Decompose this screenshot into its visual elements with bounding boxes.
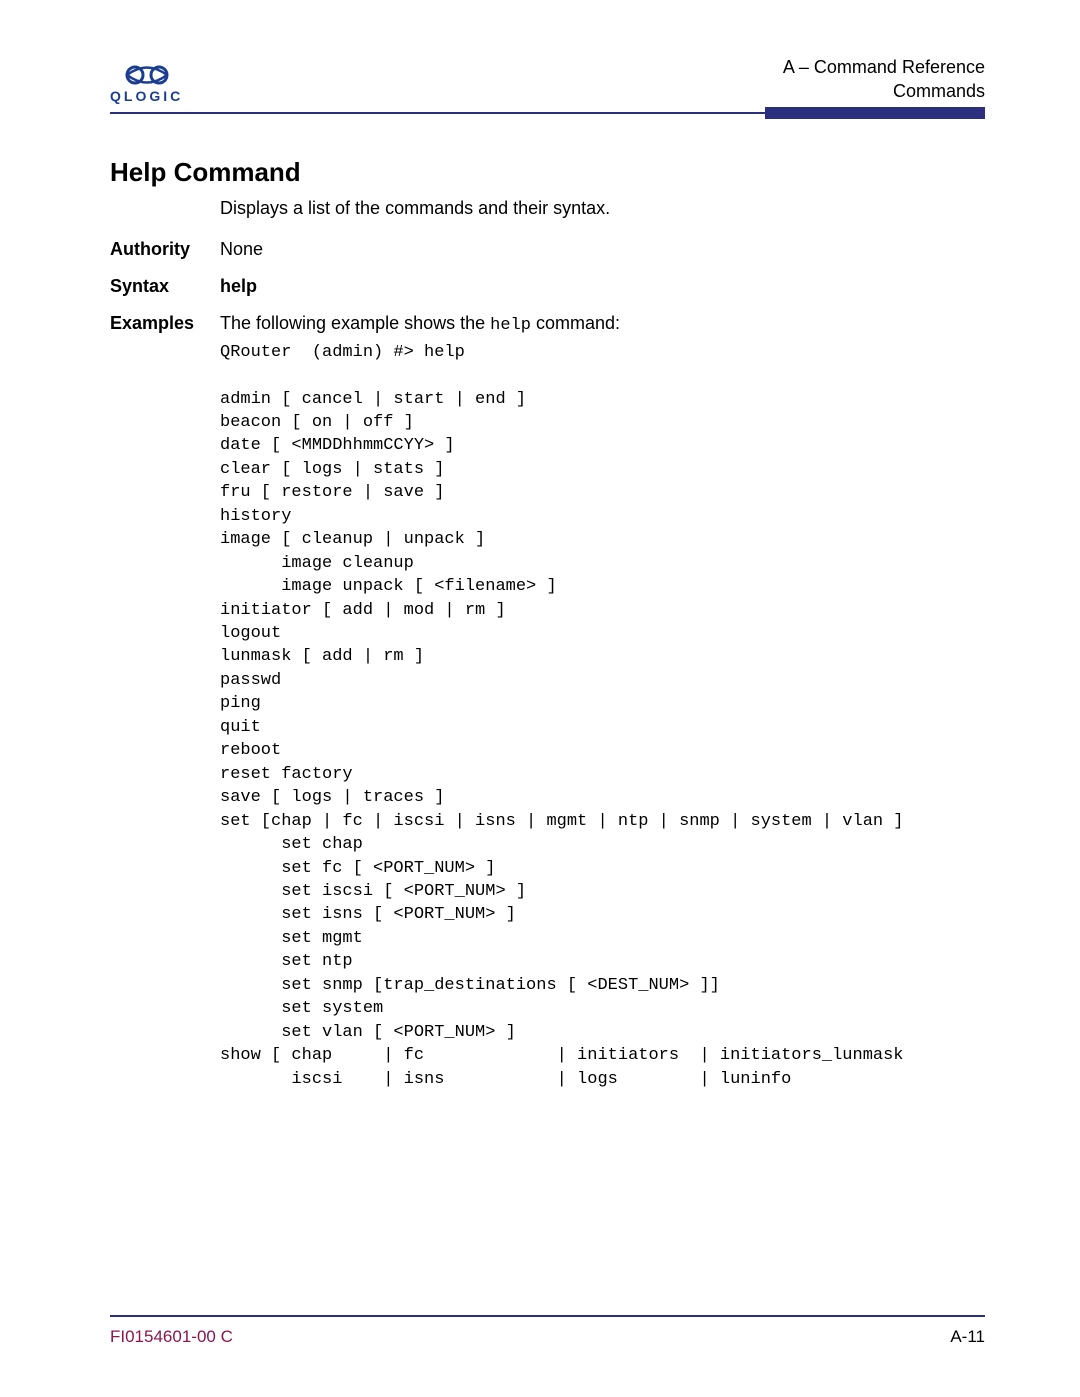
page-number: A-11 xyxy=(950,1327,985,1347)
description: Displays a list of the commands and thei… xyxy=(220,198,985,219)
syntax-label: Syntax xyxy=(110,276,220,297)
footer-rule xyxy=(110,1315,985,1317)
authority-label: Authority xyxy=(110,239,220,260)
syntax-row: Syntax help xyxy=(110,276,985,297)
footer-row: FI0154601-00 C A-11 xyxy=(110,1327,985,1347)
brand-text: QLOGIC xyxy=(110,88,183,104)
header-text: A – Command Reference Commands xyxy=(783,55,985,104)
examples-label: Examples xyxy=(110,313,220,334)
header-line2: Commands xyxy=(783,79,985,103)
section-title: Help Command xyxy=(110,157,985,188)
page: QLOGIC A – Command Reference Commands He… xyxy=(0,0,1080,1397)
examples-row: Examples The following example shows the… xyxy=(110,313,985,335)
examples-suffix: command: xyxy=(531,313,620,333)
authority-row: Authority None xyxy=(110,239,985,260)
authority-value: None xyxy=(220,239,263,260)
page-footer: FI0154601-00 C A-11 xyxy=(110,1315,985,1347)
qlogic-icon xyxy=(122,64,172,86)
code-block: QRouter (admin) #> help admin [ cancel |… xyxy=(220,341,985,1092)
doc-number: FI0154601-00 C xyxy=(110,1327,233,1347)
header-rule xyxy=(110,112,985,119)
examples-prefix: The following example shows the xyxy=(220,313,490,333)
brand-logo: QLOGIC xyxy=(110,64,183,104)
page-header: QLOGIC A – Command Reference Commands xyxy=(110,55,985,104)
syntax-value: help xyxy=(220,276,257,297)
examples-text: The following example shows the help com… xyxy=(220,313,620,335)
header-line1: A – Command Reference xyxy=(783,55,985,79)
examples-code-word: help xyxy=(490,316,531,335)
